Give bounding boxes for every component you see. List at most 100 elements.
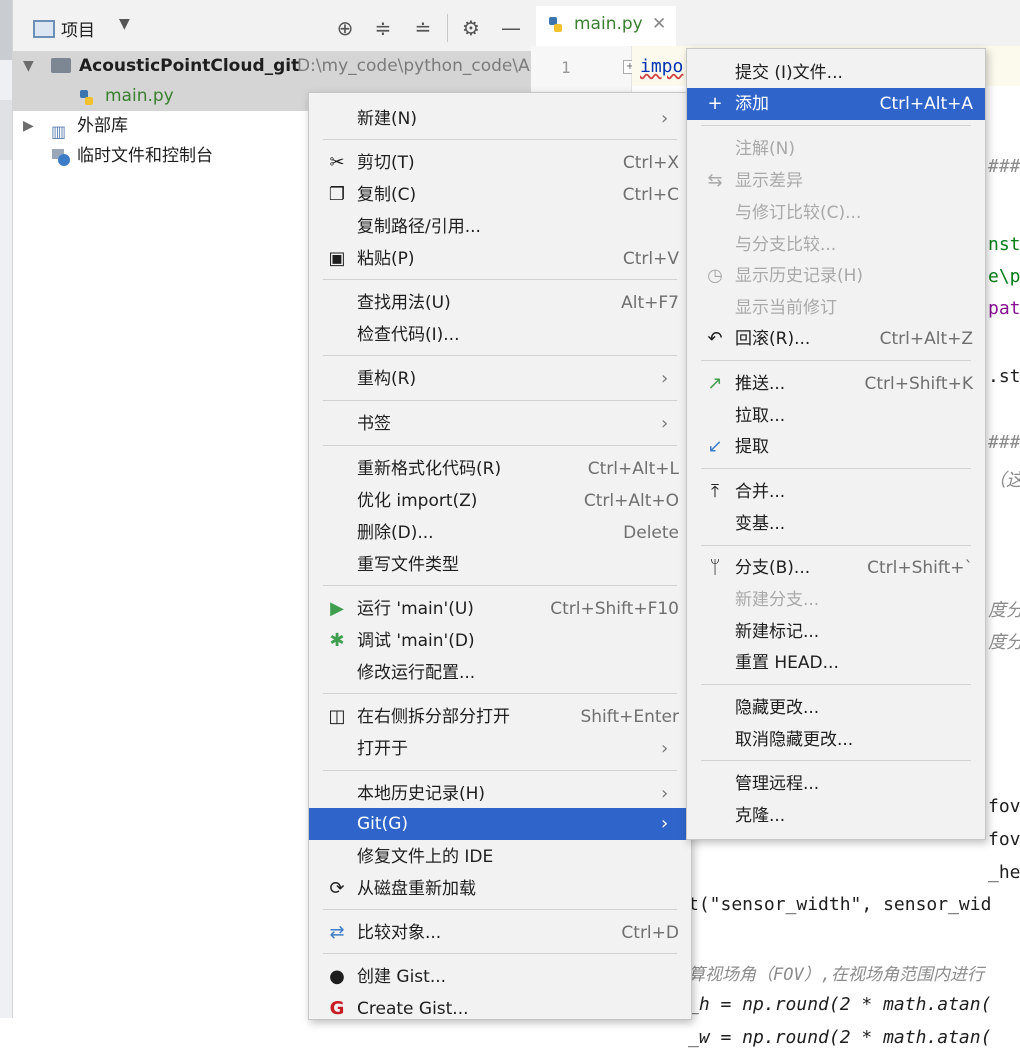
menu-item-refactor[interactable]: 重构(R) › [309, 363, 691, 395]
gear-icon[interactable]: ⚙ [459, 16, 483, 40]
chevron-down-icon[interactable]: ▼ [23, 51, 34, 81]
git-clone[interactable]: 克隆... [687, 800, 985, 832]
menu-separator [323, 953, 677, 954]
git-branches[interactable]: ᛘ 分支(B)... Ctrl+Shift+` [687, 552, 985, 584]
git-reset-head[interactable]: 重置 HEAD... [687, 647, 985, 679]
github-icon: ● [329, 966, 345, 987]
menu-item-copy[interactable]: ❐ 复制(C) Ctrl+C [309, 179, 691, 211]
git-add[interactable]: + 添加 Ctrl+Alt+A [687, 88, 985, 120]
git-push[interactable]: ↗ 推送... Ctrl+Shift+K [687, 368, 985, 400]
menu-item-optimize-imports[interactable]: 优化 import(Z) Ctrl+Alt+O [309, 485, 691, 517]
file-name-main-py: main.py [105, 86, 174, 106]
context-menu: 新建(N) › ✂ 剪切(T) Ctrl+X ❐ 复制(C) Ctrl+C 复制路径/引用… [308, 92, 692, 1020]
menu-item-local-history[interactable]: 本地历史记录(H) › [309, 778, 691, 810]
git-commit-file[interactable]: 提交 (I)文件... [687, 57, 985, 89]
menu-item-run-main[interactable]: ▶ 运行 'main'(U) Ctrl+Shift+F10 [309, 593, 691, 625]
toolbar-divider [447, 14, 448, 42]
close-icon[interactable]: ✕ [652, 14, 666, 34]
git-rebase[interactable]: 变基... [687, 508, 985, 540]
git-rollback[interactable]: ↶ 回滚(R)... Ctrl+Alt+Z [687, 323, 985, 355]
menu-item-label: 注解(N) [735, 139, 795, 159]
split-icon: ◫ [328, 706, 346, 727]
menu-item-modify-run-config[interactable]: 修改运行配置... [309, 657, 691, 689]
run-icon: ▶ [330, 598, 344, 619]
menu-item-find-usages[interactable]: 查找用法(U) Alt+F7 [309, 287, 691, 319]
cut-icon: ✂ [329, 152, 345, 173]
tree-row-external-libs[interactable]: ▶ ▥ 外部库 [13, 111, 313, 141]
tree-row-scratches[interactable]: 临时文件和控制台 [13, 141, 313, 171]
git-compare-revision[interactable]: 与修订比较(C)... [687, 197, 985, 229]
gitee-icon: G [329, 998, 345, 1019]
menu-item-label: 取消隐藏更改... [735, 730, 854, 750]
editor-tab-main-py[interactable]: main.py ✕ [536, 6, 676, 49]
view-dropdown-icon[interactable]: ▼ [119, 16, 130, 32]
menu-item-reformat[interactable]: 重新格式化代码(R) Ctrl+Alt+L [309, 453, 691, 485]
tree-row-root[interactable]: ▼ AcousticPointCloud_git D:\my_code\pyth… [13, 51, 531, 81]
git-annotate[interactable]: 注解(N) [687, 133, 985, 165]
git-merge[interactable]: ⤒ 合并... [687, 476, 985, 508]
git-show-diff[interactable]: ⇆ 显示差异 [687, 165, 985, 197]
git-show-history[interactable]: ◷ 显示历史记录(H) [687, 260, 985, 292]
root-folder-path: D:\my_code\python_code\A [297, 56, 530, 76]
menu-item-repair-ide[interactable]: 修复文件上的 IDE [309, 841, 691, 873]
menu-item-create-gist-gitee[interactable]: G Create Gist... [309, 993, 691, 1025]
chevron-right-icon[interactable]: ▶ [23, 111, 34, 141]
code-fragment: e\p [988, 266, 1020, 287]
root-folder-name: AcousticPointCloud_git [79, 56, 300, 76]
menu-item-shortcut: Ctrl+Alt+A [879, 94, 973, 114]
git-show-current-revision[interactable]: 显示当前修订 [687, 292, 985, 324]
git-fetch[interactable]: ↙ 提取 [687, 431, 985, 463]
menu-separator [323, 139, 677, 140]
menu-item-override-file-type[interactable]: 重写文件类型 [309, 549, 691, 581]
code-fov-h: _h = np.round(2 * math.atan( [688, 994, 992, 1015]
project-view-title[interactable]: 项目 [61, 16, 95, 41]
menu-item-debug-main[interactable]: ✱ 调试 'main'(D) [309, 625, 691, 657]
menu-item-new[interactable]: 新建(N) › [309, 103, 691, 135]
tool-tab-project[interactable] [0, 0, 12, 60]
menu-item-reload-from-disk[interactable]: ⟳ 从磁盘重新加载 [309, 873, 691, 905]
menu-item-compare-with[interactable]: ⇄ 比较对象... Ctrl+D [309, 917, 691, 949]
merge-icon: ⤒ [711, 481, 719, 502]
menu-separator [323, 445, 677, 446]
menu-item-split-right[interactable]: ◫ 在右侧拆分部分打开 Shift+Enter [309, 701, 691, 733]
menu-item-bookmarks[interactable]: 书签 › [309, 408, 691, 440]
git-new-branch[interactable]: 新建分支... [687, 584, 985, 616]
code-fragment: （这 [988, 470, 1020, 491]
menu-item-open-in[interactable]: 打开于 › [309, 733, 691, 765]
git-new-tag[interactable]: 新建标记... [687, 616, 985, 648]
paste-icon: ▣ [328, 248, 346, 269]
locate-icon[interactable]: ⊕ [333, 16, 357, 40]
menu-separator [701, 760, 971, 761]
history-icon: ◷ [707, 265, 723, 286]
code-fragment: pat [988, 298, 1020, 319]
menu-item-create-gist[interactable]: ● 创建 Gist... [309, 961, 691, 993]
chevron-right-icon: › [661, 413, 669, 434]
menu-item-git[interactable]: Git(G) › [309, 808, 691, 840]
menu-item-label: 检查代码(I)... [357, 325, 460, 345]
git-stash[interactable]: 隐藏更改... [687, 692, 985, 724]
menu-item-inspect-code[interactable]: 检查代码(I)... [309, 319, 691, 351]
compare-icon: ⇄ [329, 922, 345, 943]
menu-item-paste[interactable]: ▣ 粘贴(P) Ctrl+V [309, 243, 691, 275]
menu-item-delete[interactable]: 删除(D)... Delete [309, 517, 691, 549]
minimize-icon[interactable]: — [499, 16, 523, 40]
rollback-icon: ↶ [707, 328, 723, 349]
menu-item-label: 显示历史记录(H) [735, 266, 864, 286]
expand-all-icon[interactable]: ≑ [371, 16, 395, 40]
menu-item-label: 提取 [735, 437, 769, 457]
python-file-icon [79, 87, 95, 105]
git-pull[interactable]: 拉取... [687, 400, 985, 432]
collapse-all-icon[interactable]: ≐ [411, 16, 435, 40]
menu-item-label: 新建标记... [735, 622, 820, 642]
git-manage-remotes[interactable]: 管理远程... [687, 768, 985, 800]
git-unstash[interactable]: 取消隐藏更改... [687, 724, 985, 756]
tool-tab-structure[interactable] [0, 100, 12, 160]
menu-item-cut[interactable]: ✂ 剪切(T) Ctrl+X [309, 147, 691, 179]
menu-item-shortcut: Alt+F7 [621, 293, 679, 313]
menu-item-label: 本地历史记录(H) [357, 784, 486, 804]
menu-separator [323, 279, 677, 280]
git-compare-branch[interactable]: 与分支比较... [687, 229, 985, 261]
menu-item-label: 重写文件类型 [357, 555, 459, 575]
menu-item-label: 隐藏更改... [735, 698, 820, 718]
menu-item-copy-path[interactable]: 复制路径/引用... [309, 211, 691, 243]
